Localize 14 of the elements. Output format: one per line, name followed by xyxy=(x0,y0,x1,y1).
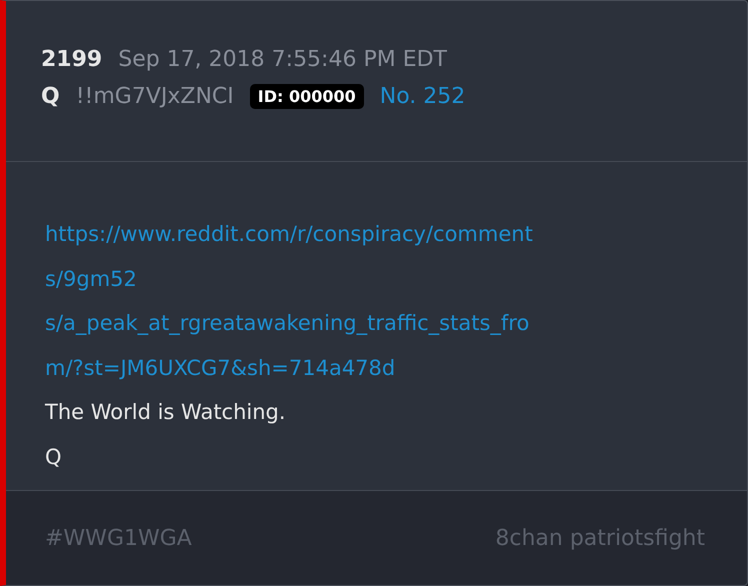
url-link[interactable]: s/9gm52 xyxy=(45,256,747,301)
post-text: Q xyxy=(45,444,63,470)
author-name: Q xyxy=(41,84,60,109)
url-link[interactable]: https://www.reddit.com/r/conspiracy/comment xyxy=(45,212,747,256)
source-label: 8chan patriotsfight xyxy=(495,526,705,550)
url-link[interactable]: s/a_peak_at_rgreatawakening_traffic_stats_fro xyxy=(45,301,747,346)
hashtag: #WWG1WGA xyxy=(45,526,192,550)
post-number: 2199 xyxy=(41,47,102,72)
tripcode: !!mG7VJxZNCI xyxy=(76,84,234,109)
url-link[interactable]: m/?st=JM6UXCG7&sh=714a478d xyxy=(45,346,747,390)
post-timestamp: Sep 17, 2018 7:55:46 PM EDT xyxy=(118,47,447,72)
post-text: The World is Watching. xyxy=(45,399,287,426)
id-badge: ID: 000000 xyxy=(250,84,364,109)
post-number-link[interactable]: No. 252 xyxy=(380,84,466,109)
